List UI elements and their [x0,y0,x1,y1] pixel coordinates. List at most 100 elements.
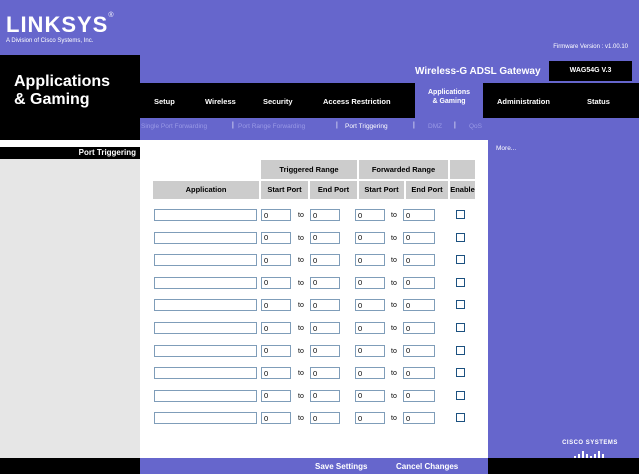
triggered-end-port-input[interactable] [310,276,340,289]
application-name-input[interactable] [154,231,257,244]
forwarded-start-port-header: Start Port [359,181,404,199]
to-label: to [298,392,304,400]
forwarded-start-port-input[interactable] [355,412,385,425]
forwarded-end-port-input[interactable] [403,344,435,357]
triggered-end-port-input[interactable] [310,367,340,380]
forwarded-start-port-input[interactable] [355,389,385,402]
forwarded-end-port-input[interactable] [403,389,435,402]
save-settings-button[interactable]: Save Settings [315,462,367,471]
forwarded-start-port-input[interactable] [355,344,385,357]
forwarded-start-port-input[interactable] [355,254,385,267]
application-name-input[interactable] [154,389,257,402]
subtab-separator: | [413,122,415,129]
application-name-input[interactable] [154,367,257,380]
triggered-start-port-input[interactable] [261,367,291,380]
tab-access-restriction[interactable]: Access Restriction [323,97,391,106]
to-label: to [298,370,304,378]
forwarded-end-port-input[interactable] [403,276,435,289]
cisco-logo: Cisco Systems [555,440,625,460]
triggered-start-port-input[interactable] [261,299,291,312]
enable-checkbox[interactable] [456,390,465,400]
triggered-end-port-input[interactable] [310,412,340,425]
section-title: Port Triggering [78,148,136,157]
tab-wireless[interactable]: Wireless [205,97,236,106]
enable-checkbox[interactable] [456,413,465,423]
enable-checkbox[interactable] [456,232,465,242]
enable-checkbox[interactable] [456,323,465,332]
to-label: to [298,347,304,355]
application-name-input[interactable] [154,322,257,334]
triggered-start-port-input[interactable] [261,231,291,244]
forwarded-start-port-input[interactable] [355,276,385,289]
application-name-input[interactable] [154,276,257,289]
forwarded-end-port-input[interactable] [403,322,435,334]
tab-administration[interactable]: Administration [497,97,550,106]
forwarded-end-port-input[interactable] [403,299,435,312]
forwarded-start-port-input[interactable] [355,299,385,312]
triggered-start-port-input[interactable] [261,389,291,402]
tab-security[interactable]: Security [263,97,293,106]
triggered-start-port-input[interactable] [261,344,291,357]
forwarded-start-port-input[interactable] [355,322,385,334]
linksys-logo: LINKSYS® [6,12,114,37]
to-label: to [391,325,397,332]
tab-setup[interactable]: Setup [154,97,175,106]
triggered-start-port-input[interactable] [261,254,291,267]
to-label: to [298,257,304,265]
enable-checkbox[interactable] [456,345,465,355]
forwarded-end-port-input[interactable] [403,367,435,380]
forwarded-end-port-input[interactable] [403,231,435,244]
to-label: to [391,415,397,423]
forwarded-end-port-input[interactable] [403,254,435,267]
to-label: to [391,392,397,400]
application-header: Application [153,181,259,199]
triggered-end-port-input[interactable] [310,231,340,244]
enable-checkbox[interactable] [456,210,465,219]
to-label: to [298,325,304,332]
triggered-start-port-input[interactable] [261,209,291,221]
subtab-port-triggering[interactable]: Port Triggering [345,123,388,130]
triggered-start-port-input[interactable] [261,322,291,334]
triggered-end-port-input[interactable] [310,344,340,357]
to-label: to [391,347,397,355]
forwarded-end-port-input[interactable] [403,412,435,425]
application-name-input[interactable] [154,209,257,221]
subtab-separator: | [454,122,456,129]
to-label: to [298,212,304,219]
more-link[interactable]: More... [496,145,516,152]
enable-checkbox[interactable] [456,368,465,378]
triggered-end-port-input[interactable] [310,322,340,334]
tab-applications-gaming[interactable]: Applications & Gaming [415,88,483,106]
application-name-input[interactable] [154,344,257,357]
to-label: to [298,415,304,423]
subtab-separator: | [336,122,338,129]
forwarded-end-port-input[interactable] [403,209,435,221]
subtab-qos[interactable]: QoS [469,123,482,130]
application-name-input[interactable] [154,299,257,312]
to-label: to [391,212,397,219]
subtab-dmz[interactable]: DMZ [428,123,442,130]
to-label: to [298,279,304,287]
tab-status[interactable]: Status [587,97,610,106]
enable-checkbox[interactable] [456,277,465,287]
enable-checkbox[interactable] [456,300,465,310]
forwarded-start-port-input[interactable] [355,231,385,244]
triggered-start-port-input[interactable] [261,276,291,289]
triggered-end-port-input[interactable] [310,299,340,312]
subtab-single-port-forwarding[interactable]: Single Port Forwarding [141,123,207,130]
triggered-start-port-input[interactable] [261,412,291,425]
triggered-end-port-input[interactable] [310,254,340,267]
forwarded-start-port-input[interactable] [355,209,385,221]
application-name-input[interactable] [154,412,257,425]
triggered-start-port-header: Start Port [261,181,308,199]
model-badge: WAG54G V.3 [549,61,632,81]
triggered-end-port-input[interactable] [310,209,340,221]
page-title: Applications & Gaming [14,73,111,108]
enable-checkbox[interactable] [456,255,465,265]
triggered-end-port-input[interactable] [310,389,340,402]
subtab-port-range-forwarding[interactable]: Port Range Forwarding [238,123,305,130]
application-name-input[interactable] [154,254,257,267]
forwarded-start-port-input[interactable] [355,367,385,380]
cancel-changes-button[interactable]: Cancel Changes [396,462,458,471]
subtab-separator: | [232,122,234,129]
